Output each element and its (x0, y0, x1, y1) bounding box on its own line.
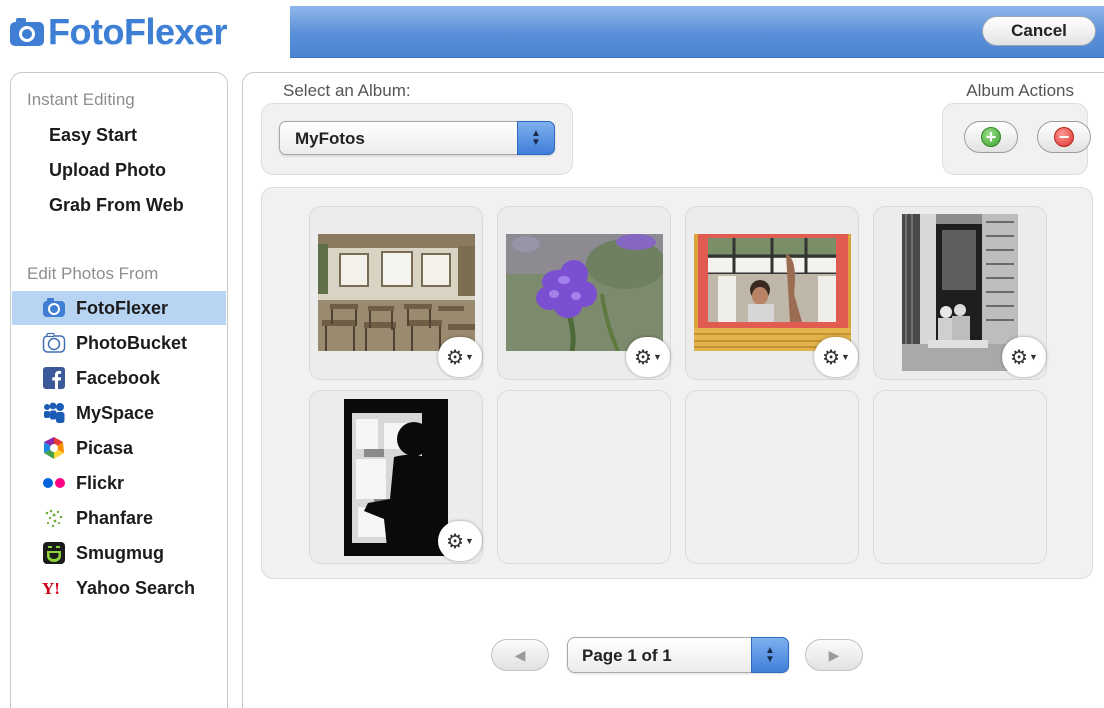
source-photobucket[interactable]: PhotoBucket (12, 326, 226, 360)
gear-icon: ⚙ (822, 346, 840, 369)
brand-name: FotoFlexer (48, 11, 228, 52)
photo-options-button[interactable]: ⚙ ▼ (1002, 337, 1046, 377)
photo-cell[interactable]: ⚙ ▼ (873, 206, 1047, 380)
yahoo-icon: Y! (42, 576, 66, 600)
dropdown-arrow-icon: ▼ (465, 352, 474, 362)
svg-text:Y!: Y! (42, 579, 60, 597)
dropdown-arrow-icon: ▼ (841, 352, 850, 362)
dropdown-arrow-icon: ▼ (1029, 352, 1038, 362)
gear-icon: ⚙ (1010, 346, 1028, 369)
album-actions-panel: + − (942, 103, 1091, 175)
page-select[interactable]: Page 1 of 1 ▲ ▼ (567, 637, 789, 673)
select-album-label: Select an Album: (283, 81, 411, 100)
photo-thumbnail-flower[interactable] (506, 234, 663, 351)
photo-options-button[interactable]: ⚙ ▼ (438, 521, 482, 561)
photo-thumbnail-silhouette[interactable] (344, 399, 448, 556)
add-album-button[interactable]: + (964, 121, 1018, 153)
grab-from-web-link[interactable]: Grab From Web (49, 195, 184, 216)
photo-options-button[interactable]: ⚙ ▼ (438, 337, 482, 377)
select-arrows-icon: ▲ ▼ (517, 121, 555, 155)
previous-page-button[interactable]: ◀ (491, 639, 549, 671)
source-picasa[interactable]: Picasa (12, 431, 226, 465)
flickr-icon (42, 471, 66, 495)
cancel-button[interactable]: Cancel (982, 16, 1096, 46)
source-label: Smugmug (76, 542, 164, 563)
source-smugmug[interactable]: Smugmug (12, 536, 226, 570)
next-page-button[interactable]: ▶ (805, 639, 863, 671)
source-label: Phanfare (76, 507, 154, 528)
sidebar: Instant Editing Easy Start Upload Photo … (10, 72, 228, 708)
photo-thumbnail-window-child[interactable] (694, 234, 851, 351)
album-browser: Select an Album: MyFotos ▲ ▼ Album Action… (242, 72, 1104, 708)
right-arrow-icon: ▶ (828, 646, 840, 663)
source-label: Facebook (76, 367, 161, 388)
source-facebook[interactable]: Facebook (12, 361, 226, 395)
source-label: FotoFlexer (76, 297, 169, 318)
minus-icon: − (1054, 127, 1074, 147)
select-arrows-icon: ▲ ▼ (751, 637, 789, 673)
phanfare-icon (42, 506, 66, 530)
source-label: Flickr (76, 472, 125, 493)
source-myspace[interactable]: MySpace (12, 396, 226, 430)
brand-logo: FotoFlexer (10, 10, 228, 54)
left-arrow-icon: ◀ (514, 646, 526, 663)
page-select-value: Page 1 of 1 (582, 646, 672, 665)
camera-logo-icon (10, 17, 44, 47)
source-label: Picasa (76, 437, 134, 458)
photo-cell[interactable]: ⚙ ▼ (309, 206, 483, 380)
photo-options-button[interactable]: ⚙ ▼ (626, 337, 670, 377)
easy-start-link[interactable]: Easy Start (49, 125, 137, 146)
source-fotoflexer[interactable]: FotoFlexer (12, 291, 226, 325)
photobucket-icon (42, 331, 66, 355)
album-select-value: MyFotos (295, 129, 365, 148)
delete-album-button[interactable]: − (1037, 121, 1091, 153)
picasa-icon (42, 436, 66, 460)
smugmug-icon (42, 541, 66, 565)
gear-icon: ⚙ (446, 346, 464, 369)
plus-icon: + (981, 127, 1001, 147)
photo-grid: ⚙ ▼ ⚙ ▼ ⚙ ▼ ⚙ ▼ ⚙ ▼ (261, 187, 1093, 579)
empty-photo-cell (873, 390, 1047, 564)
empty-photo-cell (685, 390, 859, 564)
gear-icon: ⚙ (634, 346, 652, 369)
facebook-icon (42, 366, 66, 390)
album-select[interactable]: MyFotos ▲ ▼ (279, 121, 555, 155)
fotoflexer-camera-icon (42, 296, 66, 320)
album-select-panel: MyFotos ▲ ▼ (261, 103, 573, 175)
dropdown-arrow-icon: ▼ (465, 536, 474, 546)
photo-cell[interactable]: ⚙ ▼ (309, 390, 483, 564)
photo-cell[interactable]: ⚙ ▼ (497, 206, 671, 380)
album-actions-label: Album Actions (966, 81, 1074, 100)
source-flickr[interactable]: Flickr (12, 466, 226, 500)
photo-thumbnail-classroom[interactable] (318, 234, 475, 351)
photo-options-button[interactable]: ⚙ ▼ (814, 337, 858, 377)
source-label: PhotoBucket (76, 332, 188, 353)
source-label: MySpace (76, 402, 155, 423)
photo-thumbnail-doorway[interactable] (902, 214, 1018, 371)
source-phanfare[interactable]: Phanfare (12, 501, 226, 535)
source-yahoo-search[interactable]: Y! Yahoo Search (12, 571, 226, 605)
photo-cell[interactable]: ⚙ ▼ (685, 206, 859, 380)
dropdown-arrow-icon: ▼ (653, 352, 662, 362)
instant-editing-heading: Instant Editing (27, 90, 135, 109)
source-label: Yahoo Search (76, 577, 196, 598)
empty-photo-cell (497, 390, 671, 564)
edit-photos-from-heading: Edit Photos From (27, 264, 159, 283)
app-header: FotoFlexer Cancel (0, 0, 1104, 62)
upload-photo-link[interactable]: Upload Photo (49, 160, 166, 181)
myspace-icon (42, 401, 66, 425)
gear-icon: ⚙ (446, 530, 464, 553)
